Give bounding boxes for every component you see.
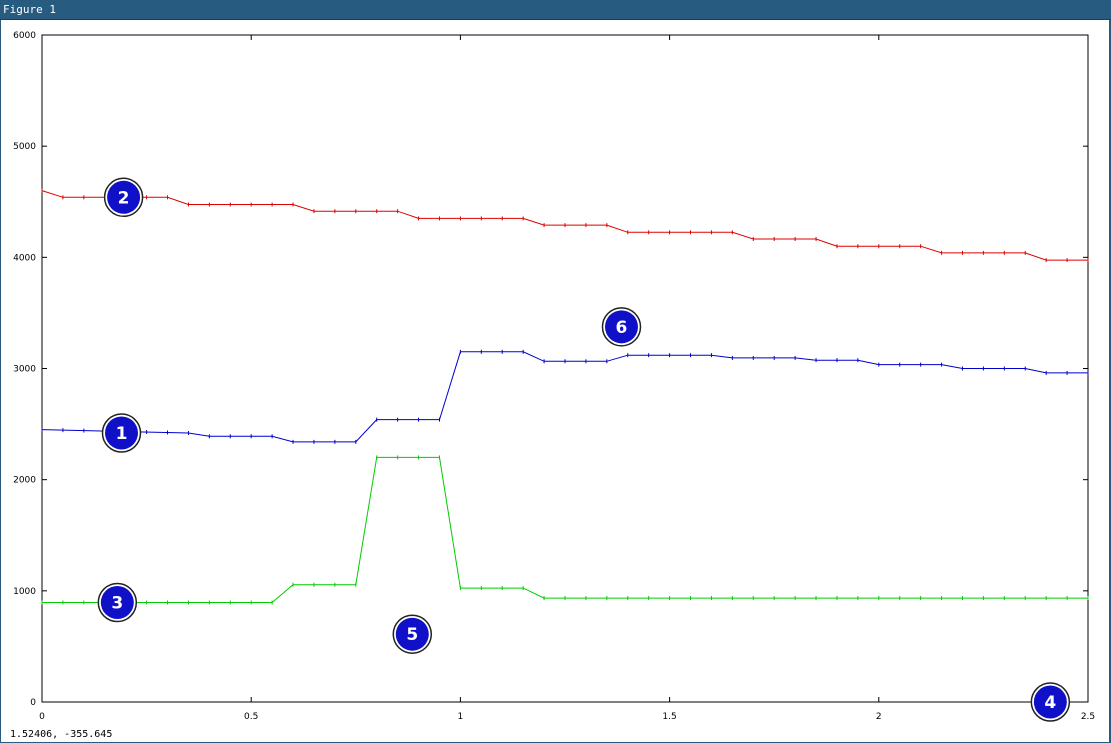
y-tick-label: 1000 [13, 587, 36, 597]
y-tick-label: 3000 [13, 365, 36, 375]
x-tick-label: 2.5 [1081, 712, 1095, 722]
marker-label: 5 [406, 625, 418, 645]
y-tick-label: 4000 [13, 253, 36, 263]
coordinate-readout: 1.52406, -355.645 [10, 729, 113, 740]
annotation-marker-3: 3 [97, 582, 138, 623]
marker-label: 1 [116, 424, 128, 444]
annotation-marker-5: 5 [392, 614, 433, 654]
annotation-marker-2: 2 [103, 177, 144, 218]
x-tick-label: 2 [876, 712, 882, 722]
annotation-markers: 1 2 3 4 5 6 [97, 177, 1071, 722]
x-tick-label: 0.5 [244, 712, 258, 722]
series-line-2 [41, 351, 1088, 443]
x-tick-label: 1.5 [662, 712, 676, 722]
y-tick-label: 0 [30, 698, 36, 708]
x-tick-label: 0 [39, 712, 45, 722]
series-line-3 [42, 456, 1088, 603]
annotation-marker-1: 1 [101, 413, 142, 453]
series-points-3 [41, 455, 1089, 605]
axes: 0 1000 2000 3000 4000 5000 6000 0 0.5 1 1.5 2 2.5 [13, 31, 1095, 722]
annotation-marker-4: 4 [1030, 682, 1071, 722]
y-tick-label: 2000 [13, 476, 36, 486]
y-tick-label: 5000 [13, 142, 36, 152]
marker-label: 6 [616, 318, 628, 338]
y-tick-label: 6000 [13, 31, 36, 41]
marker-label: 2 [118, 188, 130, 208]
marker-label: 3 [111, 594, 123, 614]
series-points-2 [41, 349, 1089, 444]
annotation-marker-6: 6 [601, 307, 642, 347]
x-tick-label: 1 [458, 712, 464, 722]
axes-box [41, 34, 1089, 703]
series-points-1 [41, 188, 1089, 263]
marker-label: 4 [1044, 693, 1056, 713]
series-lines [41, 188, 1089, 605]
chart-plot[interactable]: 0 1000 2000 3000 4000 5000 6000 0 0.5 1 1.5 2 2.5 1 2… [0, 0, 1111, 743]
